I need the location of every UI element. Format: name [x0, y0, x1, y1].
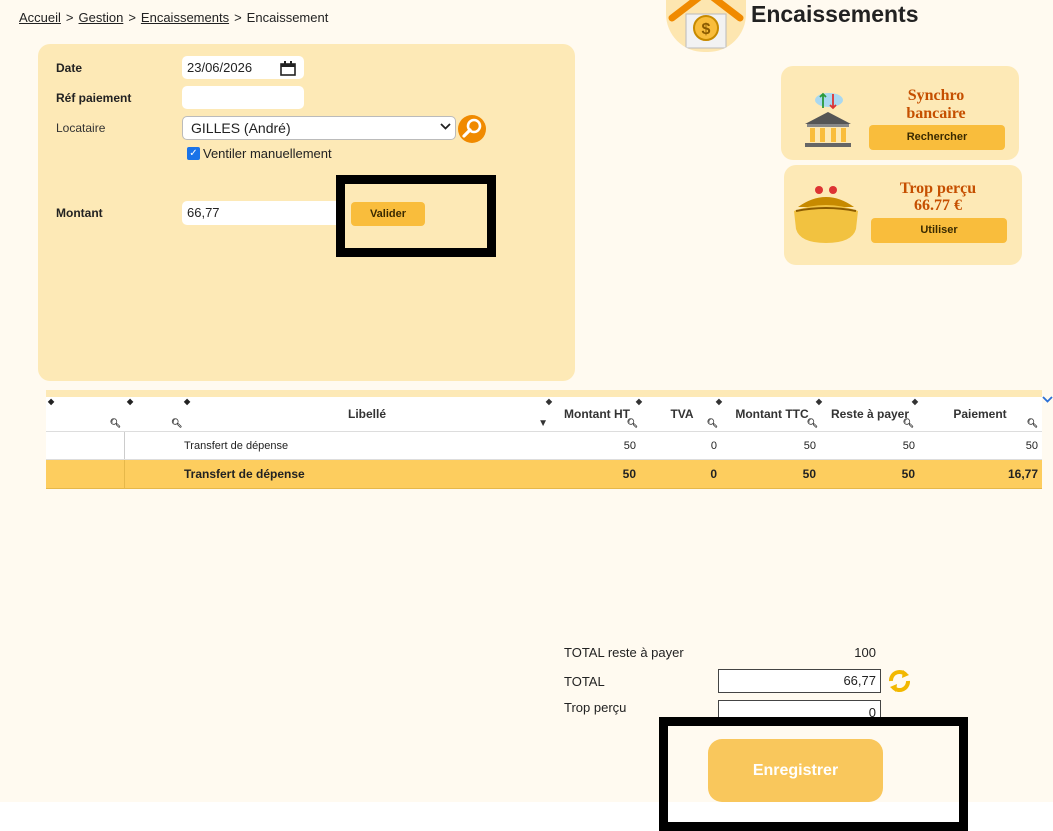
total-reste-value: 100: [854, 645, 876, 660]
total-libelle: Transfert de dépense: [184, 467, 305, 481]
cell-montant-ht: 50: [623, 439, 636, 452]
trop-percu-label: Trop perçu: [564, 700, 627, 715]
total-input[interactable]: 66,77: [718, 669, 881, 693]
search-icon[interactable]: 🔍︎: [807, 418, 818, 429]
table-top-bar: [46, 390, 1042, 397]
sort-icon[interactable]: ◆: [184, 397, 190, 406]
page-title: Encaissements: [751, 1, 919, 27]
breadcrumb: Accueil > Gestion > Encaissements > Encaisseme…: [19, 10, 329, 25]
total-label: TOTAL: [564, 674, 605, 689]
rechercher-button[interactable]: Rechercher: [869, 125, 1005, 150]
valider-button[interactable]: Valider: [351, 202, 425, 226]
total-reste-label: TOTAL reste à payer: [564, 645, 684, 660]
ref-paiement-input[interactable]: [182, 86, 304, 109]
search-icon[interactable]: 🔍︎: [707, 418, 718, 429]
synchro-bancaire-title: Synchro bancaire: [906, 87, 966, 122]
column-header-paiement[interactable]: Paiement 🔍︎: [918, 397, 1042, 432]
breadcrumb-current: Encaissement: [246, 10, 329, 25]
column-divider: [124, 432, 125, 459]
column-header-reste-a-payer[interactable]: Reste à payer ◆ 🔍︎: [822, 397, 918, 432]
total-montant-ttc: 50: [802, 467, 816, 481]
cell-montant-ttc: 50: [803, 439, 816, 452]
ref-paiement-label: Réf paiement: [56, 91, 132, 105]
enregistrer-button[interactable]: Enregistrer: [708, 739, 883, 802]
column-header-montant-ht[interactable]: Montant HT ◆ 🔍︎: [552, 397, 642, 432]
search-icon[interactable]: 🔍︎: [110, 418, 121, 429]
column-header-tva[interactable]: TVA ◆ 🔍︎: [642, 397, 722, 432]
breadcrumb-gestion[interactable]: Gestion: [79, 10, 124, 25]
ventiler-checkbox[interactable]: ✓: [187, 147, 200, 160]
bank-sync-icon: [801, 88, 855, 153]
chevron-down-icon: [440, 119, 451, 136]
cell-reste-a-payer: 50: [902, 439, 915, 452]
table-total-row: Transfert de dépense 50 0 50 50 16,77: [46, 460, 1042, 489]
ventiler-label: Ventiler manuellement: [203, 146, 332, 161]
column-header-montant-ttc[interactable]: Montant TTC ◆ 🔍︎: [722, 397, 822, 432]
trop-percu-amount: 66.77 €: [914, 197, 962, 214]
table-row[interactable]: Transfert de dépense 50 0 50 50 50: [46, 432, 1042, 460]
breadcrumb-accueil[interactable]: Accueil: [19, 10, 61, 25]
refresh-icon[interactable]: [886, 668, 913, 697]
montant-label: Montant: [56, 206, 103, 220]
chevron-down-icon[interactable]: [1042, 392, 1053, 407]
montant-input[interactable]: 66,77: [182, 201, 342, 225]
search-icon[interactable]: 🔍︎: [627, 418, 638, 429]
sort-icon[interactable]: ◆: [48, 397, 54, 406]
sort-icon[interactable]: ◆: [127, 397, 133, 406]
utiliser-button[interactable]: Utiliser: [871, 218, 1007, 243]
trop-percu-title: Trop perçu: [899, 180, 977, 197]
search-icon: [458, 118, 486, 146]
locataire-select[interactable]: GILLES (André): [182, 116, 456, 140]
calendar-icon[interactable]: [280, 60, 296, 83]
column-header-2[interactable]: ◆ 🔍︎: [125, 397, 182, 432]
date-field[interactable]: 23/06/2026: [182, 56, 304, 79]
cell-tva: 0: [710, 439, 717, 452]
total-paiement: 16,77: [1007, 467, 1038, 481]
search-locataire-button[interactable]: [458, 115, 486, 143]
cell-libelle: Transfert de dépense: [184, 439, 289, 452]
breadcrumb-encaissements[interactable]: Encaissements: [141, 10, 229, 25]
table-header: ◆ 🔍︎ ◆ 🔍︎ ◆ Libellé ▼ ◆ Montant HT ◆ 🔍︎ …: [46, 397, 1042, 432]
search-icon[interactable]: 🔍︎: [903, 418, 914, 429]
filter-icon[interactable]: ▼: [538, 418, 548, 429]
total-montant-ht: 50: [622, 467, 636, 481]
house-money-icon: $: [666, 0, 746, 52]
column-header-libelle[interactable]: ◆ Libellé ▼ ◆: [182, 397, 552, 432]
cell-paiement[interactable]: 50: [918, 432, 1038, 459]
total-reste-a-payer: 50: [901, 467, 915, 481]
locataire-label: Locataire: [56, 121, 106, 135]
column-divider: [124, 460, 125, 488]
purse-icon: [792, 185, 860, 246]
search-icon[interactable]: 🔍︎: [171, 418, 182, 429]
column-header-1[interactable]: ◆ 🔍︎: [46, 397, 125, 432]
search-icon[interactable]: 🔍︎: [1027, 418, 1038, 429]
total-tva: 0: [710, 467, 717, 481]
date-label: Date: [56, 61, 83, 75]
svg-text:$: $: [702, 21, 711, 38]
